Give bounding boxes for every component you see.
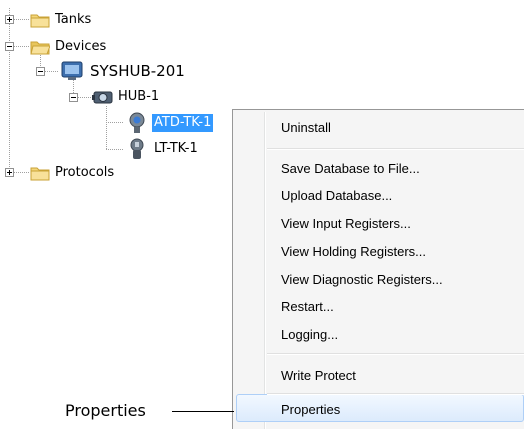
tree-node-tanks[interactable]: Tanks bbox=[30, 11, 91, 29]
menu-item-view-input-registers[interactable]: View Input Registers... bbox=[281, 216, 411, 232]
context-menu: Uninstall Save Database to File... Uploa… bbox=[232, 109, 524, 429]
tree-node-label: HUB-1 bbox=[118, 89, 160, 104]
tree-node-devices[interactable]: Devices bbox=[30, 38, 106, 56]
syshub-collapse-button[interactable] bbox=[36, 67, 45, 76]
folder-icon bbox=[30, 167, 50, 181]
tree-node-label: LT-TK-1 bbox=[154, 141, 198, 156]
callout-label: Properties bbox=[65, 401, 146, 420]
tree-node-label: SYSHUB-201 bbox=[90, 62, 185, 80]
devices-collapse-button[interactable] bbox=[5, 42, 14, 51]
menu-item-hover-highlight bbox=[236, 394, 524, 422]
level-transmitter-icon bbox=[130, 138, 144, 159]
tree-node-hub[interactable]: HUB-1 bbox=[92, 88, 159, 106]
tree-node-syshub[interactable]: SYSHUB-201 bbox=[60, 60, 185, 82]
menu-separator bbox=[267, 353, 524, 355]
tree-node-label: Devices bbox=[55, 39, 107, 54]
tree-node-atd[interactable]: ATD-TK-1 bbox=[126, 112, 214, 134]
menu-item-properties[interactable]: Properties bbox=[281, 402, 340, 418]
menu-item-logging[interactable]: Logging... bbox=[281, 327, 338, 343]
tanks-expand-button[interactable] bbox=[5, 15, 14, 24]
folder-open-icon bbox=[30, 41, 50, 55]
tree-node-protocols[interactable]: Protocols bbox=[30, 164, 114, 182]
menu-item-write-protect[interactable]: Write Protect bbox=[281, 368, 356, 384]
callout-leader-line bbox=[172, 411, 234, 412]
folder-icon bbox=[30, 14, 50, 28]
computer-icon bbox=[61, 61, 83, 80]
menu-gutter-highlight bbox=[265, 112, 266, 429]
hub-collapse-button[interactable] bbox=[69, 93, 78, 102]
menu-item-save-database[interactable]: Save Database to File... bbox=[281, 161, 420, 177]
tree-node-lt[interactable]: LT-TK-1 bbox=[126, 138, 198, 160]
menu-item-restart[interactable]: Restart... bbox=[281, 299, 334, 315]
menu-separator bbox=[267, 393, 524, 395]
menu-item-upload-database[interactable]: Upload Database... bbox=[281, 188, 392, 204]
protocols-expand-button[interactable] bbox=[5, 168, 14, 177]
menu-item-view-diagnostic-registers[interactable]: View Diagnostic Registers... bbox=[281, 272, 443, 288]
menu-item-uninstall[interactable]: Uninstall bbox=[281, 120, 331, 136]
tree-node-label: Protocols bbox=[55, 165, 115, 180]
menu-item-view-holding-registers[interactable]: View Holding Registers... bbox=[281, 244, 426, 260]
tree-node-label: Tanks bbox=[55, 12, 92, 27]
tree-node-label: ATD-TK-1 bbox=[152, 114, 214, 132]
hub-icon bbox=[92, 91, 113, 104]
gauge-device-icon bbox=[129, 112, 145, 133]
menu-separator bbox=[267, 148, 524, 150]
